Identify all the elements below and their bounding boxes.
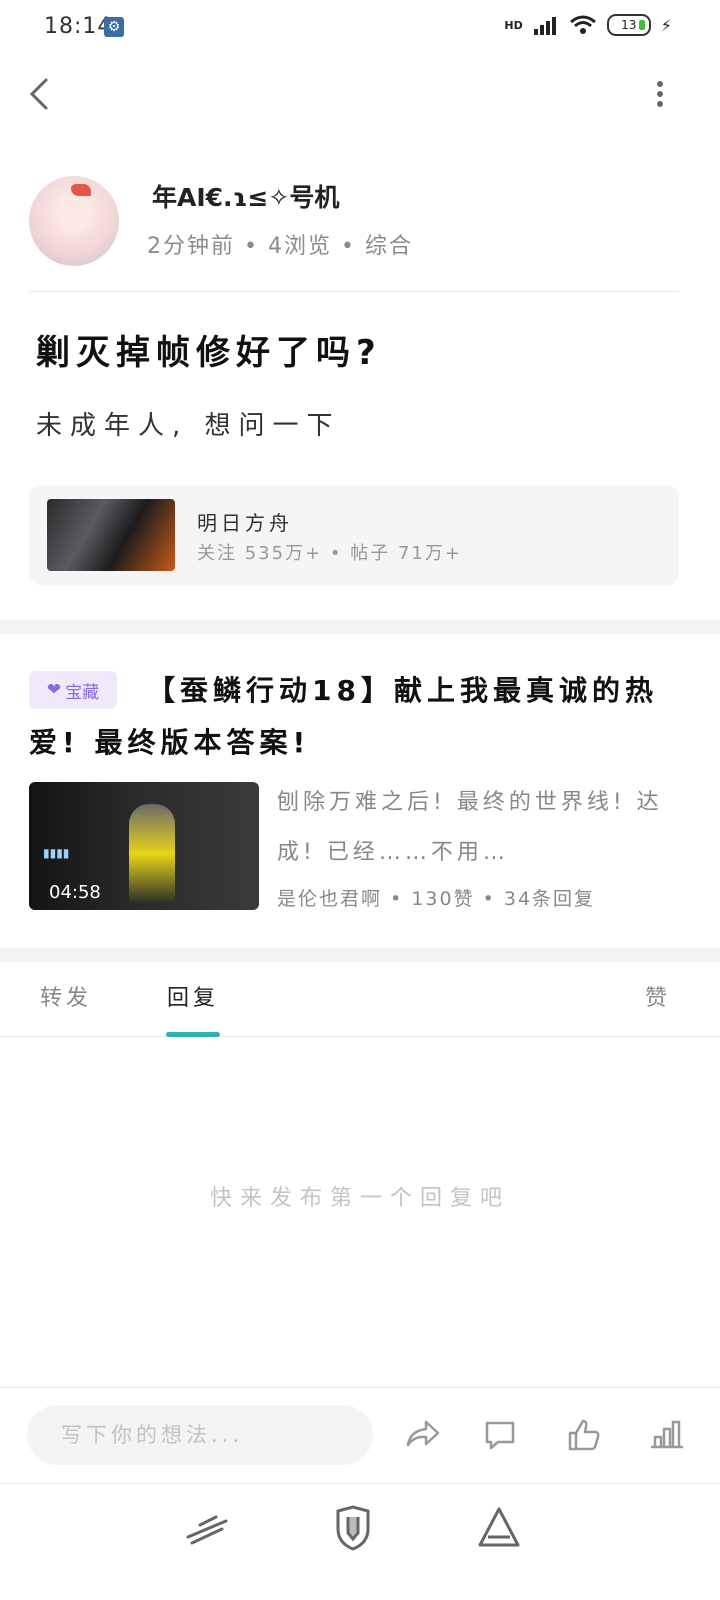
post-time: 2分钟前 xyxy=(147,234,235,259)
related-post-meta: 是伦也君啊 • 130赞 • 34条回复 xyxy=(277,888,596,910)
back-icon[interactable] xyxy=(26,74,66,118)
forum-followers: 关注 535万+ xyxy=(197,543,323,564)
related-author: 是伦也君啊 xyxy=(277,888,383,910)
forum-posts: 帖子 71万+ xyxy=(350,543,462,564)
post-meta: 2分钟前 • 4浏览 • 综合 xyxy=(147,234,413,259)
network-label: HD xyxy=(504,18,523,32)
related-replies: 34条回复 xyxy=(503,888,596,910)
status-bar: 18:14 ⚙ HD 13 ⚡ xyxy=(0,0,720,56)
signal-icon xyxy=(533,17,556,35)
forum-name: 明日方舟 xyxy=(197,511,293,535)
section-separator xyxy=(0,948,720,962)
wifi-icon xyxy=(569,15,596,34)
stats-icon[interactable] xyxy=(645,1413,689,1457)
related-post-thumbnail[interactable]: ▮▮▮▮ 04:58 xyxy=(29,782,259,910)
author-name[interactable]: 年AI€.ɿ≤✧号机 xyxy=(152,178,339,214)
related-post-title[interactable]: 【蚕鳞行动18】献上我最真诚的热爱! 最终版本答案! xyxy=(29,665,679,769)
section-separator xyxy=(0,620,720,634)
status-time: 18:14 xyxy=(44,14,113,39)
tabs-divider xyxy=(0,1036,720,1037)
comment-icon[interactable] xyxy=(478,1413,522,1457)
forum-card[interactable]: 明日方舟 关注 535万+ • 帖子 71万+ xyxy=(29,485,679,585)
thumbnail-timer: 04:58 xyxy=(49,882,101,903)
empty-replies-hint: 快来发布第一个回复吧 xyxy=(209,1186,510,1211)
battery-icon: 13 xyxy=(606,14,651,36)
shield-nav-icon[interactable] xyxy=(328,1503,378,1553)
charging-icon: ⚡ xyxy=(660,15,672,35)
forum-stats: 关注 535万+ • 帖子 71万+ xyxy=(197,543,462,564)
divider xyxy=(29,291,679,292)
treasure-badge-label: 宝藏 xyxy=(65,682,100,703)
share-icon[interactable] xyxy=(400,1413,444,1457)
related-post-summary[interactable]: 刨除万难之后! 最终的世界线! 达成! 已经……不用… xyxy=(277,778,677,878)
treasure-heart-icon: ❤ xyxy=(46,680,62,700)
active-tab-indicator xyxy=(166,1032,220,1037)
thumbs-up-icon[interactable] xyxy=(562,1413,606,1457)
tab-like[interactable]: 赞 xyxy=(645,980,671,1012)
comment-input[interactable] xyxy=(27,1405,373,1465)
post-category: 综合 xyxy=(364,234,413,259)
divider xyxy=(0,1387,720,1388)
thumbnail-level: ▮▮▮▮ xyxy=(43,846,70,860)
post-views: 4浏览 xyxy=(267,234,332,259)
slash-nav-icon[interactable] xyxy=(182,1503,232,1553)
thumbnail-character xyxy=(129,804,175,904)
tab-forward[interactable]: 转发 xyxy=(40,980,92,1012)
tab-reply[interactable]: 回复 xyxy=(167,980,219,1012)
settings-notification-icon: ⚙ xyxy=(104,17,124,37)
status-indicators: HD 13 ⚡ xyxy=(504,14,672,36)
post-body: 未成年人, 想问一下 xyxy=(36,411,341,441)
author-avatar[interactable] xyxy=(29,176,119,266)
divider xyxy=(0,1483,720,1484)
triangle-nav-icon[interactable] xyxy=(474,1503,524,1553)
related-likes: 130赞 xyxy=(411,888,475,910)
more-options-icon[interactable] xyxy=(650,78,670,118)
treasure-badge: ❤ 宝藏 xyxy=(29,671,117,709)
forum-thumbnail xyxy=(47,499,175,571)
post-title: 剿灭掉帧修好了吗? xyxy=(36,333,382,373)
